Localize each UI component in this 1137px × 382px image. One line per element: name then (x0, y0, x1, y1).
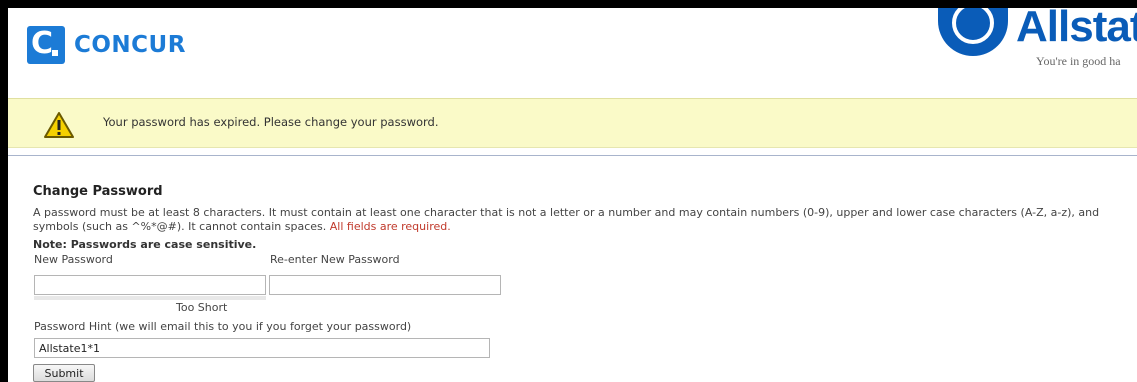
password-hint-label: Password Hint (we will email this to you… (34, 320, 412, 333)
change-password-panel: Change Password A password must be at le… (8, 155, 1137, 382)
allstate-hands-icon (938, 8, 1008, 56)
password-strength-text: Too Short (176, 301, 228, 314)
page-title: Change Password (33, 184, 163, 199)
new-password-label: New Password (34, 253, 113, 266)
password-hint-input[interactable] (34, 338, 490, 358)
case-sensitive-note: Note: Passwords are case sensitive. (33, 238, 257, 251)
alert-message: Your password has expired. Please change… (103, 115, 439, 129)
concur-logo: C CONCUR (27, 26, 186, 64)
new-password-input[interactable] (34, 275, 266, 295)
allstate-brand-text: Allstate (1016, 8, 1137, 51)
allstate-tagline: You're in good ha (1036, 54, 1121, 68)
required-fields-text: All fields are required. (329, 220, 451, 233)
password-rules: A password must be at least 8 characters… (33, 206, 1133, 234)
password-strength-meter (34, 296, 266, 300)
password-rules-text: A password must be at least 8 characters… (33, 206, 1100, 233)
warning-icon (44, 112, 74, 138)
page: C CONCUR Allstate You're in good ha Your… (8, 8, 1137, 382)
header: C CONCUR Allstate You're in good ha (8, 8, 1137, 98)
reenter-password-input[interactable] (269, 275, 501, 295)
concur-brand-text: CONCUR (74, 32, 186, 58)
allstate-logo: Allstate You're in good ha (938, 8, 1137, 78)
password-expired-alert: Your password has expired. Please change… (8, 98, 1137, 148)
submit-button[interactable]: Submit (33, 364, 95, 382)
reenter-password-label: Re-enter New Password (270, 253, 400, 266)
concur-logo-icon: C (27, 26, 65, 64)
